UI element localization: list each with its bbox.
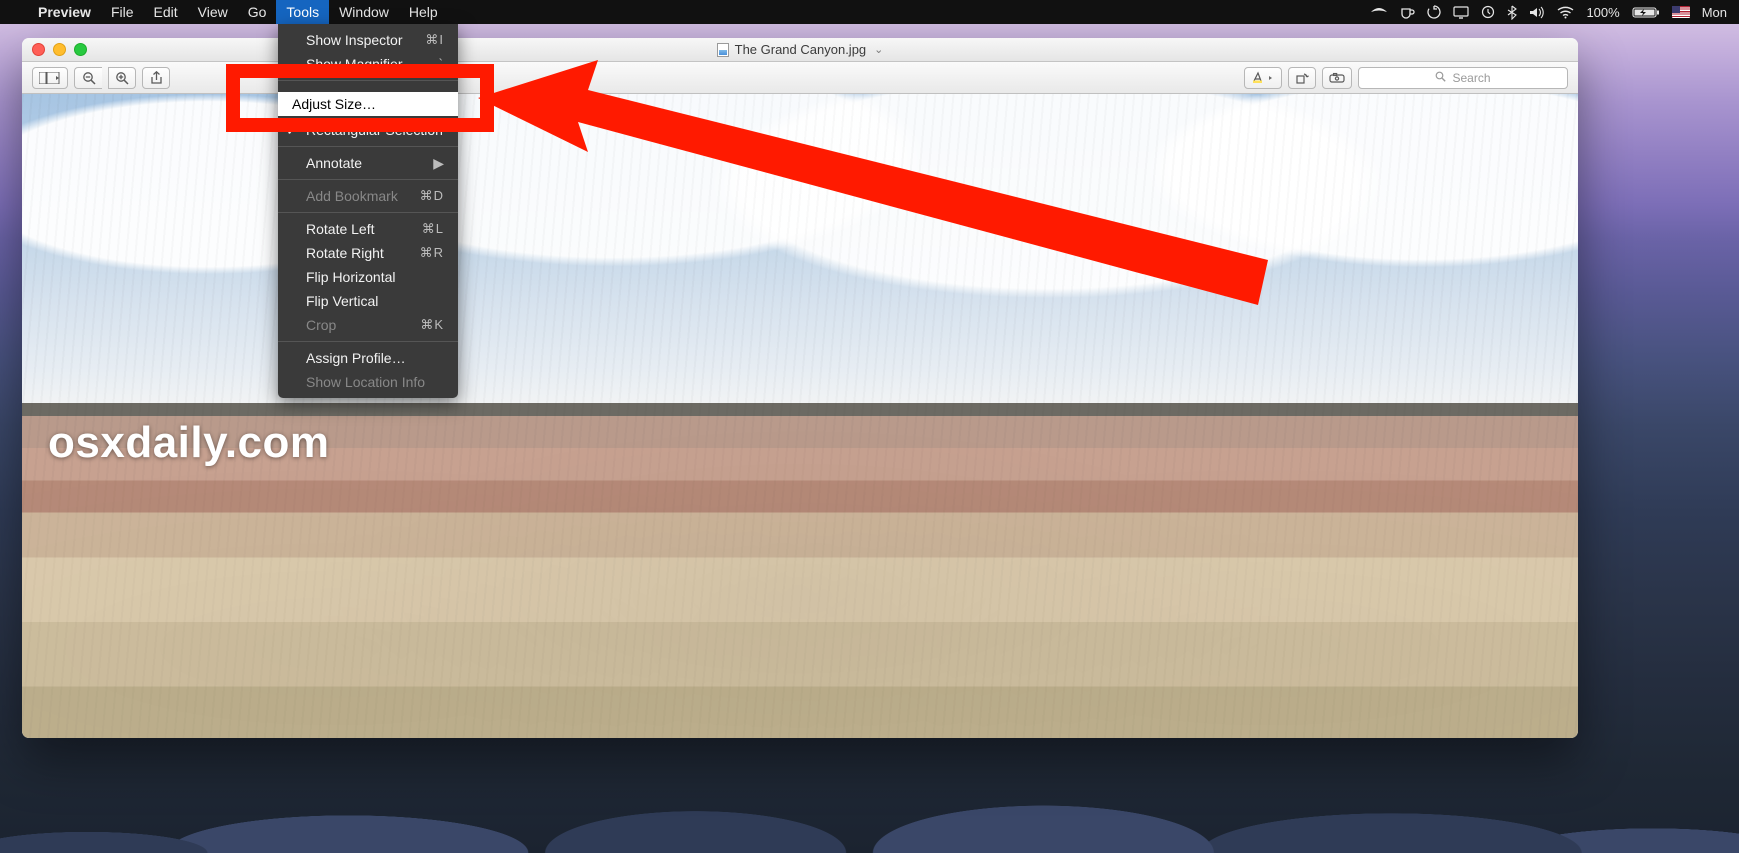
macos-menubar: Preview File Edit View Go Tools Window H… (0, 0, 1739, 24)
title-chevron-icon[interactable]: ⌄ (874, 43, 883, 56)
menu-flip-horizontal[interactable]: Flip Horizontal (278, 265, 458, 289)
menu-assign-profile[interactable]: Assign Profile… (278, 346, 458, 370)
menubar-go[interactable]: Go (238, 0, 277, 24)
minimize-button[interactable] (53, 43, 66, 56)
menu-separator (278, 146, 458, 147)
sidebar-view-button[interactable] (32, 67, 68, 89)
input-source-flag-icon[interactable] (1672, 6, 1690, 18)
timemachine-icon[interactable] (1481, 5, 1495, 19)
submenu-arrow-icon: ▶ (433, 154, 444, 172)
search-icon (1435, 71, 1446, 85)
menu-show-inspector[interactable]: Show Inspector⌘I (278, 28, 458, 52)
menu-separator (278, 212, 458, 213)
window-title[interactable]: The Grand Canyon.jpg ⌄ (717, 42, 884, 57)
menu-flip-vertical[interactable]: Flip Vertical (278, 289, 458, 313)
menu-rotate-left[interactable]: Rotate Left⌘L (278, 217, 458, 241)
menubar-tools[interactable]: Tools (276, 0, 329, 24)
menubar-app-name[interactable]: Preview (28, 0, 101, 24)
battery-percent: 100% (1586, 5, 1619, 20)
display-icon[interactable] (1453, 6, 1469, 19)
menu-crop: Crop⌘K (278, 313, 458, 337)
preview-toolbar: Search (22, 62, 1578, 94)
search-placeholder: Search (1452, 71, 1490, 85)
tools-menu-dropdown: Show Inspector⌘I Show Magnifier` ✓ Recta… (278, 24, 458, 398)
bluetooth-icon[interactable] (1507, 5, 1517, 20)
watermark-text: osxdaily.com (48, 418, 330, 468)
document-proxy-icon[interactable] (717, 43, 729, 57)
menu-separator (278, 179, 458, 180)
wifi-icon[interactable] (1557, 6, 1574, 19)
photo-content (22, 94, 1578, 738)
highlight-dropdown-button[interactable] (1244, 67, 1282, 89)
check-icon: ✓ (286, 121, 298, 139)
menu-add-bookmark: Add Bookmark⌘D (278, 184, 458, 208)
search-field[interactable]: Search (1358, 67, 1568, 89)
menu-show-magnifier[interactable]: Show Magnifier` (278, 52, 458, 76)
menu-show-location-info: Show Location Info (278, 370, 458, 394)
zoom-in-button[interactable] (108, 67, 136, 89)
sync-icon[interactable] (1427, 5, 1441, 19)
fullscreen-button[interactable] (74, 43, 87, 56)
window-title-text: The Grand Canyon.jpg (735, 42, 867, 57)
menu-rotate-right[interactable]: Rotate Right⌘R (278, 241, 458, 265)
window-titlebar[interactable]: The Grand Canyon.jpg ⌄ (22, 38, 1578, 62)
menu-rectangular-selection[interactable]: ✓ Rectangular Selection (278, 118, 458, 142)
menubar-help[interactable]: Help (399, 0, 448, 24)
coffee-icon[interactable] (1400, 6, 1415, 19)
menubar-edit[interactable]: Edit (144, 0, 188, 24)
zoom-out-button[interactable] (74, 67, 102, 89)
menu-adjust-size-highlighted[interactable]: Adjust Size… (278, 92, 458, 116)
menubar-view[interactable]: View (188, 0, 238, 24)
window-traffic-lights (32, 43, 87, 56)
menubar-clock-day[interactable]: Mon (1702, 5, 1727, 20)
markup-toolbar-button[interactable] (1322, 67, 1352, 89)
share-button[interactable] (142, 67, 170, 89)
battery-icon[interactable] (1632, 6, 1660, 19)
preview-window: The Grand Canyon.jpg ⌄ (22, 38, 1578, 738)
rotate-button[interactable] (1288, 67, 1316, 89)
menu-separator (278, 80, 458, 81)
image-canvas[interactable] (22, 94, 1578, 738)
menubar-status-area: 100% Mon (1370, 5, 1731, 20)
menubar-file[interactable]: File (101, 0, 144, 24)
menu-separator (278, 341, 458, 342)
airdrop-icon[interactable] (1370, 6, 1388, 19)
volume-icon[interactable] (1529, 6, 1545, 19)
menubar-window[interactable]: Window (329, 0, 399, 24)
menu-annotate[interactable]: Annotate▶ (278, 151, 458, 175)
close-button[interactable] (32, 43, 45, 56)
